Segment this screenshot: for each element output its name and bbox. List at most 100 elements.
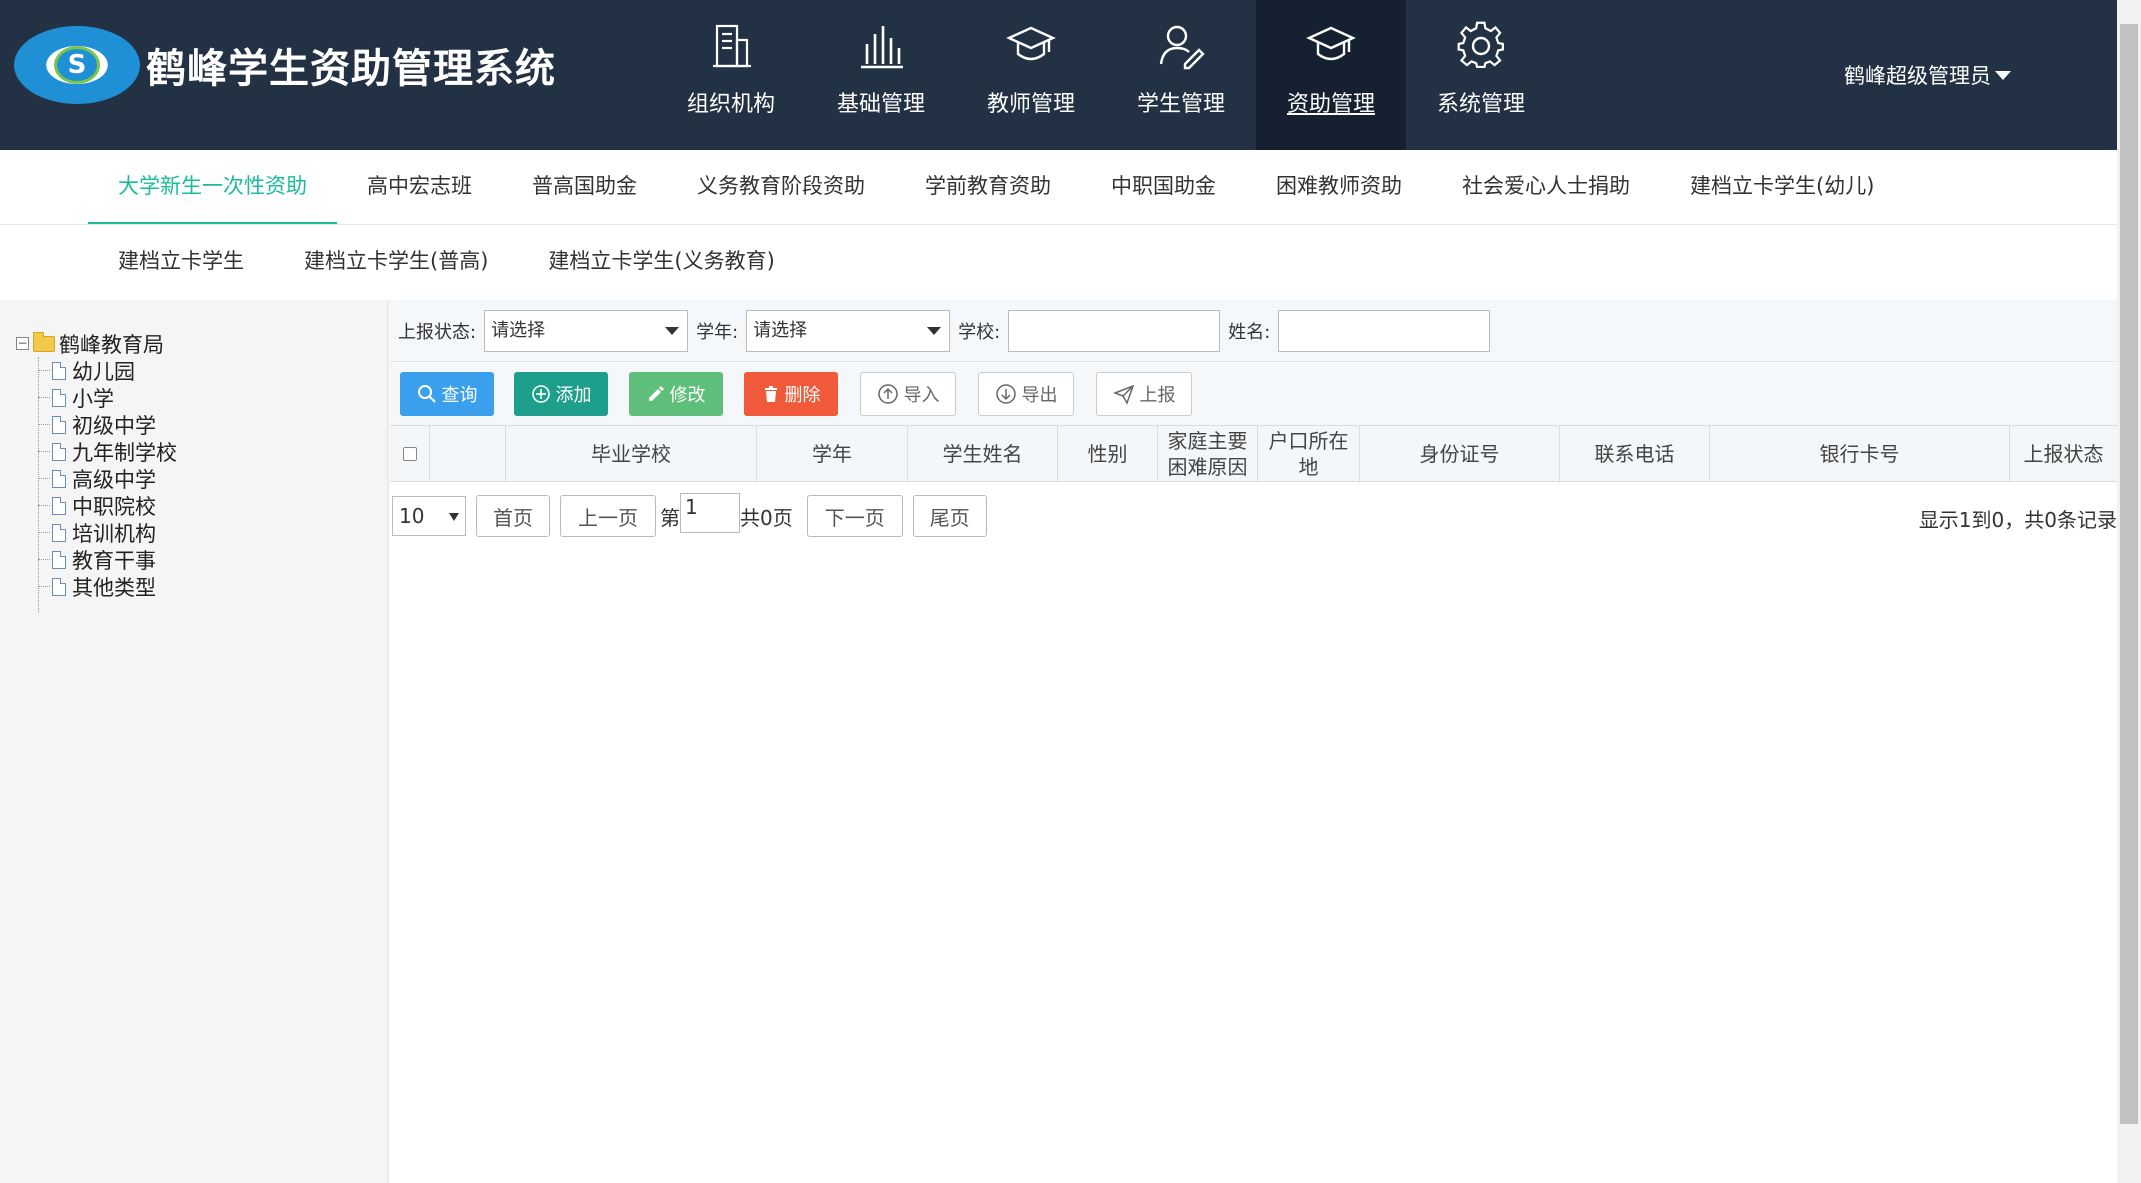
select-all-checkbox[interactable] — [402, 446, 417, 461]
subnav-tab-compulsory-aid[interactable]: 义务教育阶段资助 — [667, 150, 895, 225]
tree-root[interactable]: − 鹤峰教育局 — [16, 330, 177, 357]
file-icon — [52, 415, 66, 434]
download-icon — [995, 384, 1016, 404]
topnav-aid[interactable]: 资助管理 — [1256, 0, 1406, 150]
topnav-org[interactable]: 组织机构 — [656, 0, 806, 150]
tree-item-label: 中职院校 — [72, 494, 156, 519]
column-header[interactable]: 学生姓名 — [908, 426, 1058, 481]
user-menu[interactable]: 鹤峰超级管理员 — [1844, 60, 2011, 90]
delete-button[interactable]: 删除 — [744, 372, 838, 416]
subnav-row-2: 建档立卡学生 建档立卡学生(普高) 建档立卡学生(义务教育) — [88, 225, 805, 300]
subnav-tab-preschool-aid[interactable]: 学前教育资助 — [895, 150, 1081, 225]
folder-icon — [33, 331, 55, 352]
subnav-tab-donation[interactable]: 社会爱心人士捐助 — [1432, 150, 1660, 225]
column-header[interactable]: 家庭主要困难原因 — [1158, 426, 1258, 481]
org-tree: − 鹤峰教育局 幼儿园 小学 初级中学 九年制学校 高级中学 中职院校 培训机构… — [16, 330, 177, 613]
subnav-tab-highschool-grant[interactable]: 普高国助金 — [502, 150, 667, 225]
main-content: 上报状态: 请选择 学年: 请选择 学校: 姓名: 查询 添加 修改 删除 导入… — [390, 300, 2117, 1183]
column-header[interactable]: 性别 — [1058, 426, 1158, 481]
subnav-tab-poverty-highschool[interactable]: 建档立卡学生(普高) — [274, 225, 518, 300]
delete-button-label: 删除 — [784, 385, 821, 406]
page-size-value: 10 — [399, 504, 425, 528]
name-input[interactable] — [1278, 309, 1491, 352]
column-header[interactable]: 户口所在地 — [1258, 426, 1360, 481]
tree-item[interactable]: 小学 — [38, 384, 177, 411]
subnav-tab-poverty-preschool[interactable]: 建档立卡学生(幼儿) — [1660, 150, 1904, 225]
column-header[interactable]: 上报状态 — [2010, 426, 2117, 481]
prev-page-button[interactable]: 上一页 — [560, 495, 656, 537]
column-header[interactable]: 银行卡号 — [1710, 426, 2010, 481]
add-button[interactable]: 添加 — [514, 372, 608, 416]
tree-item[interactable]: 初级中学 — [38, 411, 177, 438]
tree-item-label: 幼儿园 — [72, 359, 135, 384]
subnav-tab-vocational-grant[interactable]: 中职国助金 — [1081, 150, 1246, 225]
record-summary: 显示1到0，共0条记录 — [1918, 508, 2117, 532]
tree-item[interactable]: 培训机构 — [38, 519, 177, 546]
column-header[interactable]: 学年 — [757, 426, 908, 481]
topnav-teacher[interactable]: 教师管理 — [956, 0, 1106, 150]
tree-item[interactable]: 高级中学 — [38, 465, 177, 492]
subnav-tab-freshman-aid[interactable]: 大学新生一次性资助 — [88, 150, 337, 225]
first-page-button[interactable]: 首页 — [476, 495, 550, 537]
page-size-select[interactable]: 10 — [392, 496, 466, 536]
topnav-org-label: 组织机构 — [686, 92, 775, 117]
tree-item[interactable]: 教育干事 — [38, 546, 177, 573]
import-button[interactable]: 导入 — [860, 372, 956, 416]
next-page-button[interactable]: 下一页 — [806, 495, 903, 537]
plus-circle-icon — [531, 385, 550, 403]
file-icon — [52, 550, 66, 569]
year-select[interactable]: 请选择 — [746, 309, 951, 352]
edit-button[interactable]: 修改 — [629, 372, 723, 416]
tree-item[interactable]: 中职院校 — [38, 492, 177, 519]
tree-item-label: 教育干事 — [72, 548, 156, 573]
page-scrollbar[interactable] — [2117, 0, 2141, 1183]
last-page-button[interactable]: 尾页 — [912, 495, 987, 537]
report-button[interactable]: 上报 — [1096, 372, 1192, 416]
topnav-system-label: 系统管理 — [1436, 92, 1525, 117]
subnav-tab-teacher-aid[interactable]: 困难教师资助 — [1246, 150, 1432, 225]
trash-icon — [764, 386, 777, 402]
user-name: 鹤峰超级管理员 — [1844, 64, 1991, 88]
data-table-header: 毕业学校 学年 学生姓名 性别 家庭主要困难原因 户口所在地 身份证号 联系电话… — [390, 425, 2117, 482]
subnav-row-1: 大学新生一次性资助 高中宏志班 普高国助金 义务教育阶段资助 学前教育资助 中职… — [88, 150, 1904, 225]
app-logo[interactable]: S 鹤峰学生资助管理系统 — [14, 26, 556, 104]
topnav-basic[interactable]: 基础管理 — [806, 0, 956, 150]
topnav-aid-label: 资助管理 — [1286, 92, 1375, 117]
status-select[interactable]: 请选择 — [484, 309, 689, 352]
file-icon — [52, 577, 66, 596]
tree-item[interactable]: 幼儿园 — [38, 357, 177, 384]
tree-item-label: 培训机构 — [72, 521, 156, 546]
caret-down-icon — [1995, 70, 2011, 80]
column-header[interactable]: 联系电话 — [1560, 426, 1710, 481]
topnav-student-label: 学生管理 — [1136, 92, 1225, 117]
file-icon — [52, 361, 66, 380]
file-icon — [52, 469, 66, 488]
query-button[interactable]: 查询 — [400, 372, 494, 416]
tree-item[interactable]: 其他类型 — [38, 573, 177, 600]
topnav-system[interactable]: 系统管理 — [1406, 0, 1556, 150]
chevron-down-icon — [449, 513, 459, 521]
org-tree-panel: − 鹤峰教育局 幼儿园 小学 初级中学 九年制学校 高级中学 中职院校 培训机构… — [0, 300, 388, 1183]
app-header: S 鹤峰学生资助管理系统 组织机构 基础管理 教师管理 学生管理 资助管理 系统… — [0, 0, 2117, 150]
tree-children: 幼儿园 小学 初级中学 九年制学校 高级中学 中职院校 培训机构 教育干事 其他… — [16, 357, 177, 613]
graduation-cap-icon — [1306, 26, 1356, 61]
page-number-input[interactable]: 1 — [680, 493, 740, 533]
file-icon — [52, 442, 66, 461]
topnav-student[interactable]: 学生管理 — [1106, 0, 1256, 150]
topnav-basic-label: 基础管理 — [836, 92, 925, 117]
subnav-tab-hongzhi-class[interactable]: 高中宏志班 — [337, 150, 502, 225]
name-filter-label: 姓名: — [1228, 321, 1271, 343]
scrollbar-thumb[interactable] — [2120, 24, 2138, 1124]
column-header[interactable]: 毕业学校 — [506, 426, 757, 481]
pagination: 10 首页 上一页 第 1 共0页 下一页 尾页 显示1到0，共0条记录 — [390, 493, 2117, 538]
index-column — [430, 426, 506, 481]
query-button-label: 查询 — [441, 385, 478, 406]
subnav-tab-poverty-student[interactable]: 建档立卡学生 — [88, 225, 274, 300]
subnav-tab-poverty-compulsory[interactable]: 建档立卡学生(义务教育) — [518, 225, 804, 300]
school-input[interactable] — [1008, 309, 1221, 352]
column-header[interactable]: 身份证号 — [1360, 426, 1560, 481]
tree-item[interactable]: 九年制学校 — [38, 438, 177, 465]
export-button-label: 导出 — [1021, 385, 1058, 406]
export-button[interactable]: 导出 — [978, 372, 1074, 416]
collapse-icon[interactable]: − — [16, 337, 29, 350]
